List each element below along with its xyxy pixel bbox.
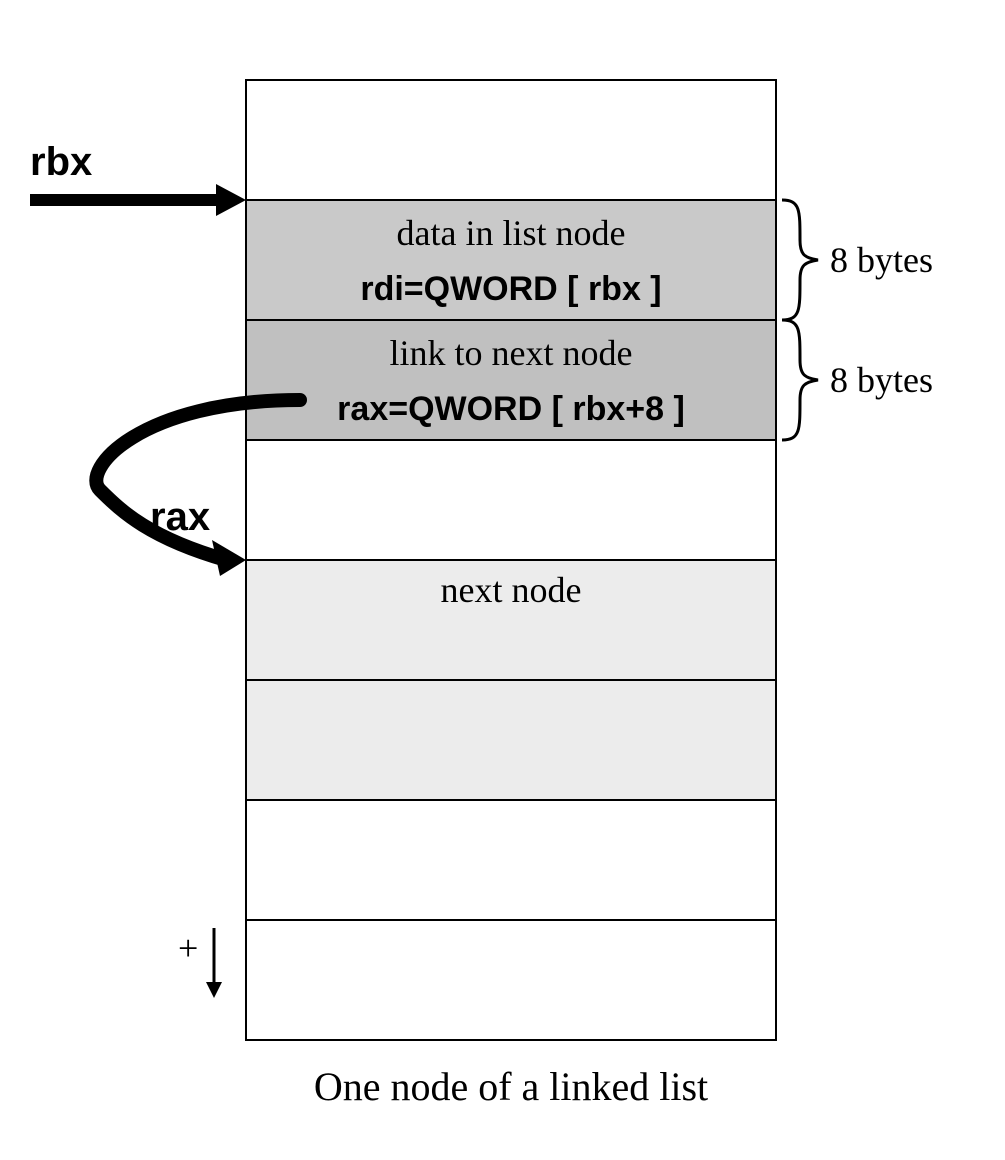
rbx-arrow-head <box>216 184 246 216</box>
rbx-label: rbx <box>30 140 92 184</box>
row-data-expr: rdi=QWORD [ rbx ] <box>360 270 661 308</box>
rax-arrow-head <box>212 540 246 576</box>
plus-label: + <box>178 928 198 968</box>
rax-label: rax <box>150 495 210 539</box>
linked-list-node-diagram: data in list node rdi=QWORD [ rbx ] link… <box>0 0 1005 1160</box>
data-bytes-label: 8 bytes <box>830 240 933 280</box>
link-bytes-label: 8 bytes <box>830 360 933 400</box>
row-next-link <box>246 680 776 800</box>
brace-icon <box>782 320 818 440</box>
row-link-title: link to next node <box>390 333 633 373</box>
row-blank-6 <box>246 800 776 920</box>
down-arrow-head <box>206 982 222 998</box>
diagram-svg: data in list node rdi=QWORD [ rbx ] link… <box>0 0 1005 1160</box>
row-data-title: data in list node <box>397 213 626 253</box>
row-next-title: next node <box>441 570 582 610</box>
brace-icon <box>782 200 818 320</box>
row-link-expr: rax=QWORD [ rbx+8 ] <box>337 390 685 428</box>
diagram-caption: One node of a linked list <box>314 1064 708 1109</box>
